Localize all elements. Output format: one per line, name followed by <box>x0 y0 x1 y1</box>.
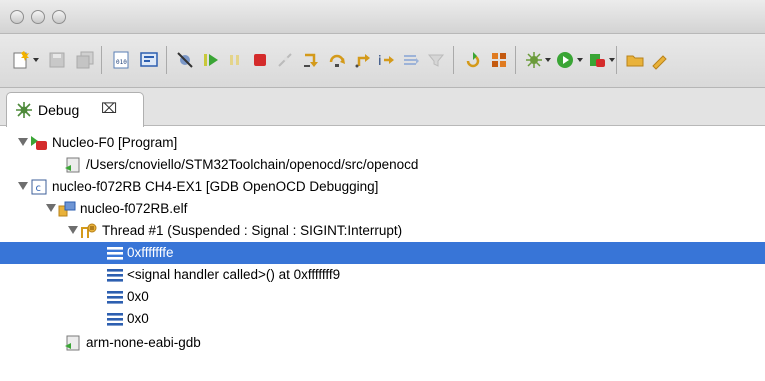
program-launch-icon <box>30 134 48 152</box>
tree-item-stack-frame[interactable]: 0xfffffffe <box>0 242 765 264</box>
external-tools-button[interactable] <box>584 47 610 73</box>
step-into-icon <box>304 53 318 67</box>
svg-text:010: 010 <box>116 59 127 66</box>
debug-launch-dropdown[interactable] <box>545 58 551 62</box>
tree-item-label: nucleo-f072RB CH4-EX1 [GDB OpenOCD Debug… <box>52 179 379 194</box>
step-over-button[interactable] <box>324 47 350 73</box>
expand-triangle-icon[interactable] <box>68 226 78 234</box>
run-icon <box>557 52 573 68</box>
console-icon <box>140 52 158 67</box>
tree-item-label: arm-none-eabi-gdb <box>86 335 201 350</box>
process-icon <box>64 156 82 174</box>
c-launch-config-icon: c <box>30 178 48 196</box>
resume-button[interactable] <box>198 47 224 73</box>
window-title-bar <box>0 0 765 34</box>
tree-item-launch-nucleo-f0[interactable]: Nucleo-F0 [Program] <box>0 132 765 154</box>
stop-icon <box>254 54 266 66</box>
close-window-button[interactable] <box>10 10 24 24</box>
drop-to-frame-icon <box>404 55 419 65</box>
minimize-window-button[interactable] <box>31 10 45 24</box>
debug-launch-button[interactable] <box>521 47 547 73</box>
resume-icon <box>204 54 218 66</box>
pencil-tool-button[interactable] <box>646 47 672 73</box>
external-tools-dropdown[interactable] <box>609 58 615 62</box>
tree-item-launch-nucleo-f072rb[interactable]: c nucleo-f072RB CH4-EX1 [GDB OpenOCD Deb… <box>0 176 765 198</box>
binary-file-icon: 010 <box>113 51 129 69</box>
tree-item-stack-frame[interactable]: 0x0 <box>0 286 765 308</box>
debug-target-icon <box>58 200 76 218</box>
tree-item-label: /Users/cnoviello/STM32Toolchain/openocd/… <box>86 157 419 172</box>
view-tab-strip: Debug ⌧ <box>0 88 765 127</box>
expand-triangle-icon[interactable] <box>18 182 28 190</box>
tree-item-gdb-process[interactable]: arm-none-eabi-gdb <box>0 332 765 354</box>
zoom-window-button[interactable] <box>52 10 66 24</box>
new-wizard-button[interactable] <box>8 47 34 73</box>
tree-item-label: Thread #1 (Suspended : Signal : SIGINT:I… <box>102 223 403 238</box>
tree-item-stack-frame[interactable]: <signal handler called>() at 0xfffffff9 <box>0 264 765 286</box>
terminate-button[interactable] <box>247 47 273 73</box>
instruction-stepping-button[interactable]: i <box>373 47 399 73</box>
process-icon <box>64 334 82 352</box>
tree-item-label: 0xfffffffe <box>127 245 174 260</box>
save-all-button[interactable] <box>72 47 98 73</box>
tree-item-elf-target[interactable]: nucleo-f072RB.elf <box>0 198 765 220</box>
external-tools-icon <box>590 54 605 67</box>
pause-icon <box>230 55 239 65</box>
tree-item-label: 0x0 <box>127 311 149 326</box>
tree-item-stack-frame[interactable]: 0x0 <box>0 308 765 330</box>
stack-frame-icon <box>106 288 124 306</box>
tree-item-thread-1[interactable]: Thread #1 (Suspended : Signal : SIGINT:I… <box>0 220 765 242</box>
tab-debug[interactable]: Debug ⌧ <box>6 92 144 127</box>
instruction-step-icon: i <box>378 54 394 69</box>
new-wizard-dropdown[interactable] <box>33 58 39 62</box>
close-tab-icon[interactable]: ⌧ <box>101 100 117 117</box>
drop-to-frame-button[interactable] <box>398 47 424 73</box>
disconnect-icon <box>278 53 292 67</box>
use-step-filters-button[interactable] <box>423 47 449 73</box>
save-button[interactable] <box>44 47 70 73</box>
console-button[interactable] <box>136 47 162 73</box>
stack-frame-icon <box>106 244 124 262</box>
svg-text:c: c <box>36 183 42 194</box>
run-dropdown[interactable] <box>577 58 583 62</box>
open-folder-button[interactable] <box>622 47 648 73</box>
suspend-button[interactable] <box>222 47 248 73</box>
step-return-icon <box>355 54 370 68</box>
tree-item-label: <signal handler called>() at 0xfffffff9 <box>127 267 341 282</box>
bug-icon <box>526 52 542 68</box>
expand-triangle-icon[interactable] <box>46 204 56 212</box>
reset-icon <box>466 52 480 68</box>
expand-triangle-icon[interactable] <box>18 138 28 146</box>
suspended-thread-icon <box>80 222 98 240</box>
step-into-button[interactable] <box>298 47 324 73</box>
pencil-icon <box>652 55 667 70</box>
reset-target-button[interactable] <box>460 47 486 73</box>
save-all-icon <box>76 51 94 69</box>
new-file-icon <box>13 51 29 69</box>
binary-view-button[interactable]: 010 <box>108 47 134 73</box>
folder-icon <box>626 55 644 67</box>
stack-frame-icon <box>106 266 124 284</box>
run-button[interactable] <box>552 47 578 73</box>
step-over-icon <box>329 54 345 67</box>
debug-view: Debug ⌧ Nucleo-F0 [Program] /Users/cnovi… <box>0 88 765 381</box>
disconnect-button[interactable] <box>272 47 298 73</box>
step-filter-icon <box>427 54 445 67</box>
register-grid-icon <box>492 53 506 67</box>
tree-item-openocd-process[interactable]: /Users/cnoviello/STM32Toolchain/openocd/… <box>0 154 765 176</box>
skip-breakpoints-icon <box>177 52 193 68</box>
tree-item-label: Nucleo-F0 [Program] <box>52 135 178 150</box>
skip-breakpoints-button[interactable] <box>172 47 198 73</box>
debug-bug-icon <box>15 101 33 119</box>
registers-button[interactable] <box>486 47 512 73</box>
tab-debug-label: Debug <box>38 102 80 118</box>
save-icon <box>49 52 65 68</box>
tree-item-label: nucleo-f072RB.elf <box>80 201 188 216</box>
stack-frame-icon <box>106 310 124 328</box>
tree-item-label: 0x0 <box>127 289 149 304</box>
main-toolbar: 010 i <box>0 34 765 88</box>
svg-text:i: i <box>378 54 382 69</box>
